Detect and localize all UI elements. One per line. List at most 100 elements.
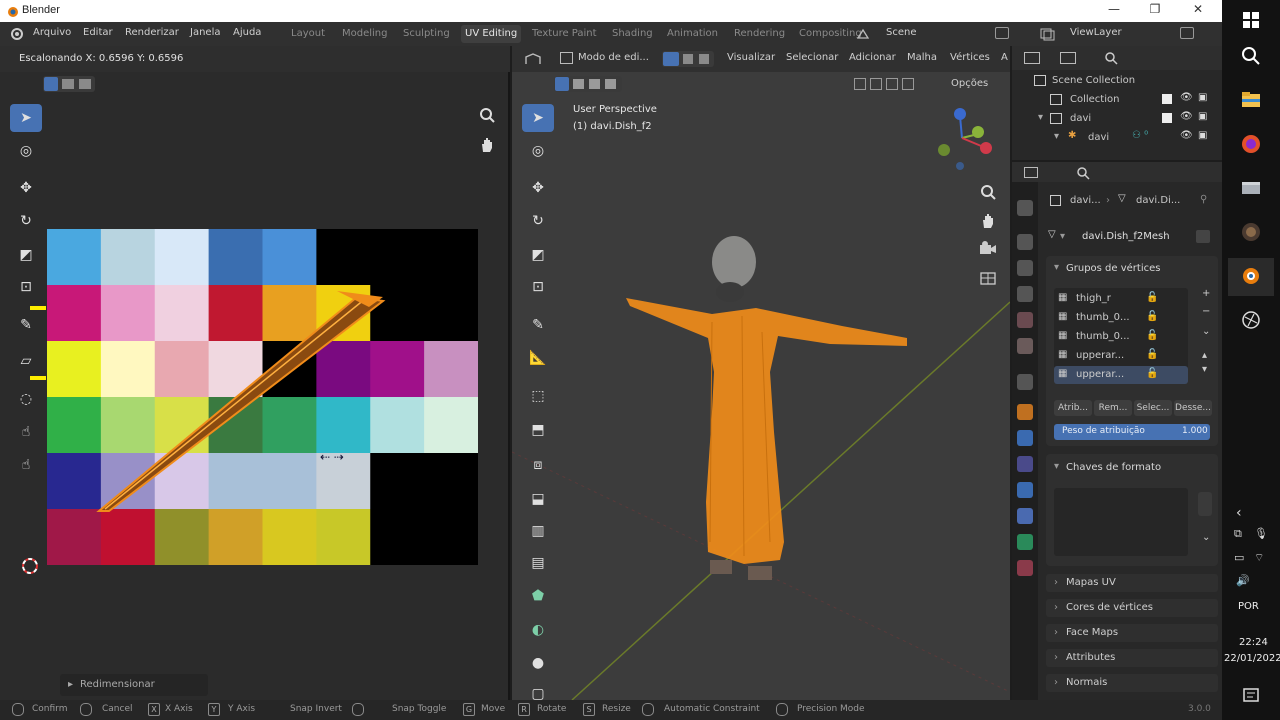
cursor-tool-button[interactable]: ◎ [10, 137, 42, 165]
lock-icon[interactable]: 🔓 [1146, 368, 1158, 379]
scene-icon[interactable] [856, 27, 878, 41]
outliner-row-collection[interactable]: Collection 👁 ▣ [1012, 91, 1222, 109]
vp-knife-tool-button[interactable]: ▤ [522, 549, 554, 577]
vg-menu-icon[interactable]: ⌄ [1202, 326, 1210, 337]
remove-vertex-group-button[interactable]: − [1202, 306, 1210, 317]
properties-editor[interactable]: davi... › ▽ davi.Di... ⚲ ▽ ▾ davi.Dish_f… [1012, 162, 1222, 700]
properties-section-header[interactable]: › Attributes [1046, 649, 1218, 667]
vertex-select-icon[interactable] [44, 77, 58, 91]
vertex-group-item[interactable]: ▦ thumb_0... 🔓 [1054, 328, 1188, 346]
outliner-editor-icon[interactable] [1024, 52, 1040, 64]
rip-tool-button[interactable]: ☝ [10, 451, 42, 479]
outliner-row-davi-armature[interactable]: ▾ ✱ davi ⚇ ⁰ 👁 ▣ [1012, 129, 1222, 147]
tab-layout[interactable]: Layout [291, 28, 325, 39]
wifi-icon[interactable]: ⌔ [1254, 551, 1264, 565]
menu-visualizar[interactable]: Visualizar [727, 52, 775, 63]
tab-shading[interactable]: Shading [612, 28, 653, 39]
tab-sculpting[interactable]: Sculpting [403, 28, 450, 39]
pin-icon[interactable]: ⚲ [1200, 194, 1207, 205]
menu-janela[interactable]: Janela [190, 27, 220, 38]
tab-texture-paint[interactable]: Texture Paint [532, 28, 597, 39]
lock-icon[interactable]: 🔓 [1146, 292, 1158, 303]
select-button[interactable]: Selec... [1134, 400, 1172, 416]
outliner[interactable]: Scene Collection Collection 👁 ▣ ▾ davi 👁… [1012, 46, 1222, 160]
notifications-icon[interactable] [1239, 684, 1263, 708]
vp-polybuild-tool-button[interactable]: ⬟ [522, 582, 554, 610]
properties-editor-icon[interactable] [1024, 167, 1038, 178]
lock-icon[interactable]: 🔓 [1146, 349, 1158, 360]
new-viewlayer-icon[interactable] [1180, 27, 1194, 39]
menu-editar[interactable]: Editar [83, 27, 113, 38]
grab-tool-button[interactable]: ▱ [10, 347, 42, 375]
face-mode-icon[interactable] [699, 54, 709, 64]
zoom-icon[interactable] [479, 107, 495, 123]
assign-button[interactable]: Atrib... [1054, 400, 1092, 416]
lock-icon[interactable]: 🔓 [1146, 311, 1158, 322]
vertex-mode-icon[interactable] [663, 52, 679, 66]
blender-menu-icon[interactable] [9, 27, 25, 41]
camera-icon[interactable]: ▣ [1198, 92, 1207, 103]
material-tab-icon[interactable] [1017, 560, 1033, 576]
object-tab-icon[interactable] [1017, 404, 1033, 420]
battery-icon[interactable]: ▭ [1234, 551, 1244, 564]
vp-smooth-tool-button[interactable]: ● [522, 649, 554, 677]
vertex-groups-title[interactable]: Grupos de vértices [1066, 263, 1160, 274]
constraints-tab-icon[interactable] [1017, 508, 1033, 524]
navigation-gizmo[interactable] [932, 104, 1002, 174]
relax-tool-button[interactable]: ◌ [10, 385, 42, 413]
shape-keys-list[interactable] [1054, 488, 1188, 556]
tab-compositing[interactable]: Compositing [799, 28, 862, 39]
edge-select-icon[interactable] [62, 79, 74, 89]
camera-view-icon[interactable] [978, 240, 998, 256]
display-mode-icon[interactable] [1060, 52, 1076, 64]
vp-loopcut-tool-button[interactable]: ▥ [522, 517, 554, 545]
network-icon[interactable]: ⧉ [1234, 527, 1242, 541]
uv-checker-texture[interactable]: ⇠ ⇢ [47, 229, 478, 565]
vp-select-tool-button[interactable]: ➤ [522, 104, 554, 132]
menu-vertices[interactable]: Vértices [950, 52, 990, 63]
vp-extrude-tool-button[interactable]: ⬒ [522, 416, 554, 444]
viewlayer-selector[interactable]: ViewLayer [1070, 27, 1122, 38]
vertex-group-item[interactable]: ▦ upperar... 🔓 [1054, 347, 1188, 365]
tab-rendering[interactable]: Rendering [734, 28, 785, 39]
vp-bevel-tool-button[interactable]: ⬓ [522, 485, 554, 513]
checkbox-icon[interactable] [1162, 94, 1172, 104]
vp-measure-tool-button[interactable]: 📐 [522, 344, 554, 372]
view-layer-tab-icon[interactable] [1017, 286, 1033, 302]
fake-user-icon[interactable] [1196, 230, 1210, 243]
vp-scale-tool-button[interactable]: ◩ [522, 241, 554, 269]
tab-modeling[interactable]: Modeling [342, 28, 388, 39]
uv-editor[interactable]: Escalonando X: 0.6596 Y: 0.6596 ➤ ◎ ✥ ↻ … [0, 46, 510, 700]
vp-cursor-tool-button[interactable]: ◎ [522, 137, 554, 165]
menu-malha[interactable]: Malha [907, 52, 937, 63]
last-operation-panel[interactable]: ▸ Redimensionar [60, 674, 208, 696]
volume-icon[interactable]: 🔊 [1236, 574, 1250, 587]
2d-cursor-icon[interactable] [20, 556, 40, 576]
vp-annotate-tool-button[interactable]: ✎ [522, 311, 554, 339]
menu-selecionar[interactable]: Selecionar [786, 52, 838, 63]
properties-section-header[interactable]: › Cores de vértices [1046, 599, 1218, 617]
physics-tab-icon[interactable] [1017, 482, 1033, 498]
checkbox-icon[interactable] [1162, 113, 1172, 123]
deselect-button[interactable]: Desse... [1174, 400, 1212, 416]
move-down-icon[interactable]: ▾ [1202, 364, 1207, 375]
outliner-row-scene-collection[interactable]: Scene Collection [1012, 72, 1222, 90]
move-up-icon[interactable]: ▴ [1202, 350, 1207, 361]
rotate-tool-button[interactable]: ↻ [10, 207, 42, 235]
lock-icon[interactable]: 🔓 [1146, 330, 1158, 341]
obs-icon[interactable] [1239, 220, 1263, 244]
vertex-group-item[interactable]: ▦ thigh_r 🔓 [1054, 290, 1188, 308]
annotate-tool-button[interactable]: ✎ [10, 311, 42, 339]
shape-key-add-icon[interactable] [1198, 492, 1212, 516]
scene-tab-icon[interactable] [1017, 312, 1033, 328]
scale-tool-button[interactable]: ◩ [10, 241, 42, 269]
app-window-icon[interactable] [1239, 176, 1263, 200]
vp-zoom-icon[interactable] [980, 184, 996, 200]
select-tool-button[interactable]: ➤ [10, 104, 42, 132]
menu-arquivo[interactable]: Arquivo [33, 27, 71, 38]
vp-inset-tool-button[interactable]: ⧈ [522, 451, 554, 479]
windows-start-icon[interactable] [1239, 8, 1263, 32]
vp-spin-tool-button[interactable]: ◐ [522, 616, 554, 644]
new-scene-icon[interactable] [995, 27, 1009, 39]
minimize-icon[interactable]: — [1100, 2, 1128, 20]
